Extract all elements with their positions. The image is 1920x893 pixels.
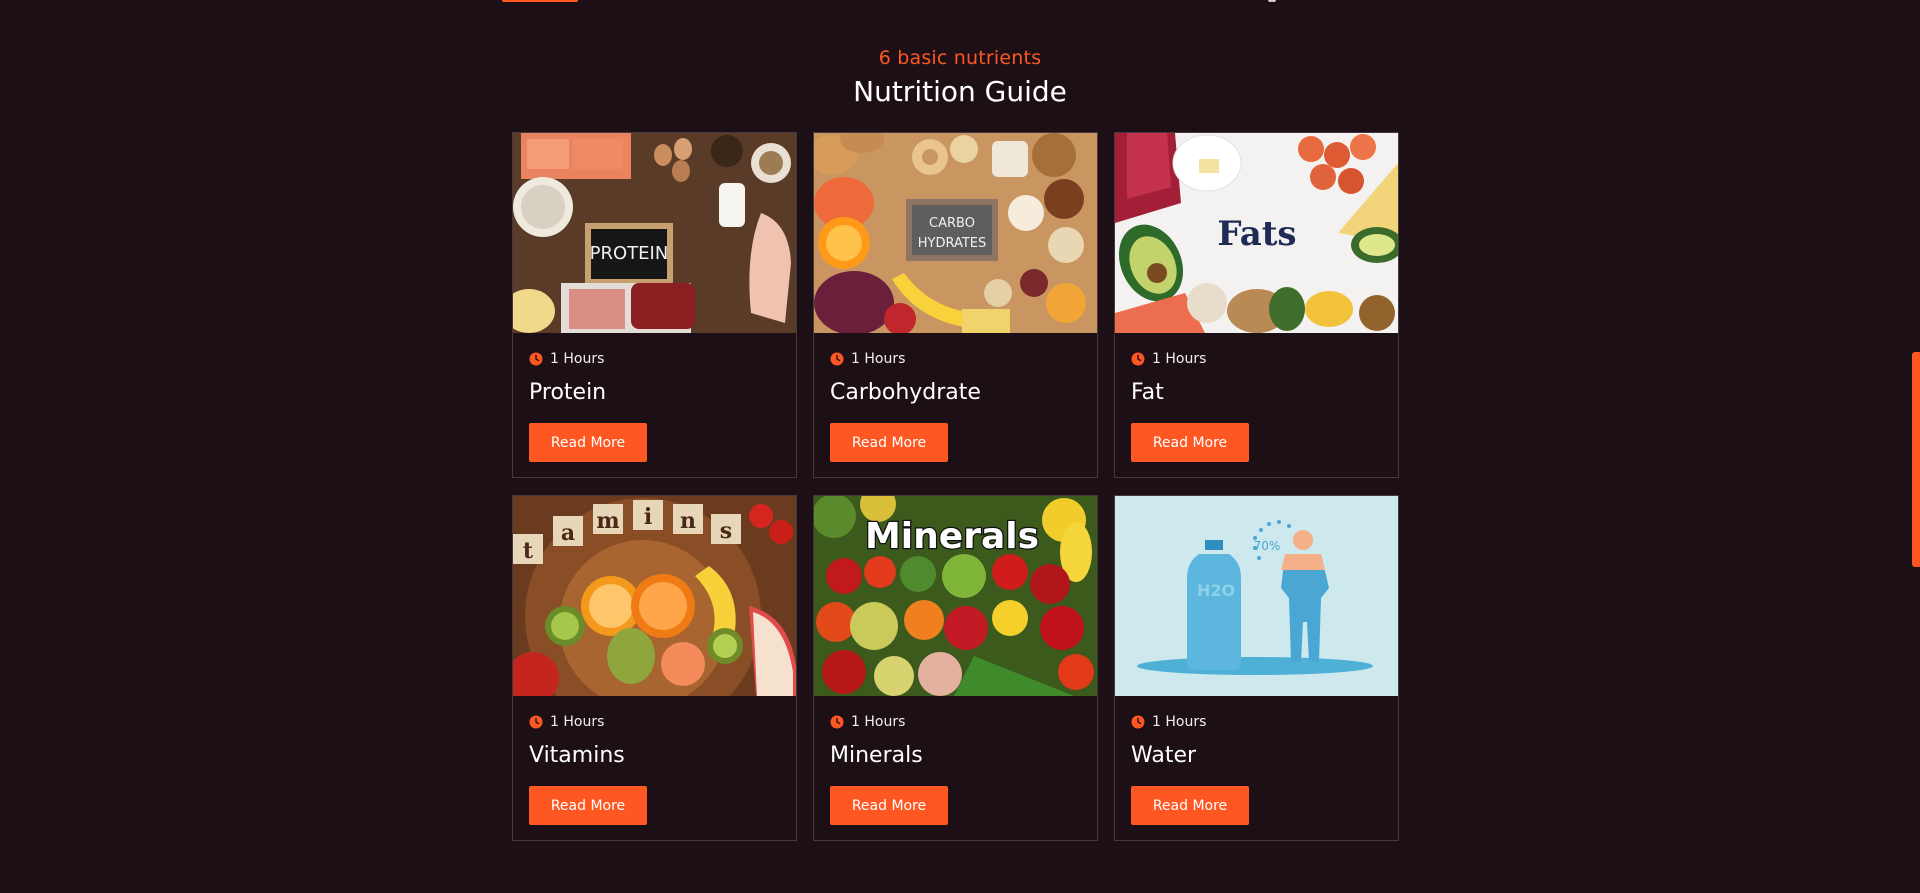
clock-icon (529, 715, 543, 729)
duration-meta: 1 Hours (1131, 351, 1206, 367)
svg-text:H2O: H2O (1197, 581, 1235, 600)
clock-icon (1131, 352, 1145, 366)
logo[interactable] (502, 0, 578, 2)
clock-icon (1131, 715, 1145, 729)
svg-text:70%: 70% (1254, 539, 1281, 553)
nutrient-card-protein: PROTEIN 1 Hours Protein Read More (512, 132, 797, 478)
svg-text:a: a (561, 520, 575, 546)
duration-text: 1 Hours (1152, 714, 1207, 730)
vitamins-image[interactable]: t a m i n s (513, 496, 796, 696)
nutrient-card-minerals: Minerals 1 Hours Minerals Read More (813, 495, 1098, 841)
read-more-button[interactable]: Read More (830, 423, 948, 462)
section-header: 6 basic nutrients Nutrition Guide (0, 44, 1920, 110)
card-title[interactable]: Vitamins (529, 743, 625, 768)
card-title[interactable]: Water (1131, 743, 1196, 768)
protein-image-label: PROTEIN (590, 243, 669, 264)
svg-text:i: i (644, 504, 652, 530)
section-title: Nutrition Guide (853, 75, 1067, 108)
duration-text: 1 Hours (550, 351, 605, 367)
read-more-button[interactable]: Read More (830, 786, 948, 825)
read-more-button[interactable]: Read More (1131, 786, 1249, 825)
svg-text:m: m (596, 508, 619, 534)
read-more-button[interactable]: Read More (529, 786, 647, 825)
svg-text:n: n (680, 508, 696, 534)
svg-text:CARBO: CARBO (929, 216, 975, 231)
card-title[interactable]: Carbohydrate (830, 380, 981, 405)
nutrient-card-water: H2O 70% 1 Hours Water Read More (1114, 495, 1399, 841)
nutrient-card-carbohydrate: CARBO HYDRATES 1 Hours Carbohydrate Read… (813, 132, 1098, 478)
nav-item[interactable] (1268, 0, 1276, 2)
read-more-button[interactable]: Read More (529, 423, 647, 462)
nutrient-card-grid: PROTEIN 1 Hours Protein Read More CARBO … (512, 132, 1400, 841)
protein-image[interactable]: PROTEIN (513, 133, 796, 333)
duration-text: 1 Hours (851, 714, 906, 730)
clock-icon (830, 715, 844, 729)
clock-icon (529, 352, 543, 366)
water-image[interactable]: H2O 70% (1115, 496, 1398, 696)
header-edge (0, 0, 1920, 4)
fat-image-label: Fats (1217, 214, 1296, 254)
duration-text: 1 Hours (550, 714, 605, 730)
duration-text: 1 Hours (1152, 351, 1207, 367)
fat-image[interactable]: Fats (1115, 133, 1398, 333)
read-more-button[interactable]: Read More (1131, 423, 1249, 462)
card-title[interactable]: Minerals (830, 743, 923, 768)
svg-text:s: s (720, 518, 732, 544)
duration-meta: 1 Hours (529, 714, 604, 730)
clock-icon (830, 352, 844, 366)
nutrient-card-fat: Fats 1 Hours Fat Read More (1114, 132, 1399, 478)
duration-meta: 1 Hours (529, 351, 604, 367)
card-title[interactable]: Protein (529, 380, 606, 405)
svg-text:HYDRATES: HYDRATES (918, 236, 987, 251)
duration-meta: 1 Hours (830, 351, 905, 367)
nutrition-page: 6 basic nutrients Nutrition Guide PROTEI… (0, 0, 1920, 893)
duration-text: 1 Hours (851, 351, 906, 367)
nutrient-card-vitamins: t a m i n s 1 Hours Vitamins Read More (512, 495, 797, 841)
section-eyebrow: 6 basic nutrients (878, 47, 1042, 69)
minerals-image-label: Minerals (865, 516, 1039, 557)
side-scroll-tab[interactable] (1912, 352, 1920, 567)
duration-meta: 1 Hours (830, 714, 905, 730)
carbohydrate-image[interactable]: CARBO HYDRATES (814, 133, 1097, 333)
minerals-image[interactable]: Minerals (814, 496, 1097, 696)
card-title[interactable]: Fat (1131, 380, 1164, 405)
duration-meta: 1 Hours (1131, 714, 1206, 730)
svg-text:t: t (523, 538, 534, 564)
